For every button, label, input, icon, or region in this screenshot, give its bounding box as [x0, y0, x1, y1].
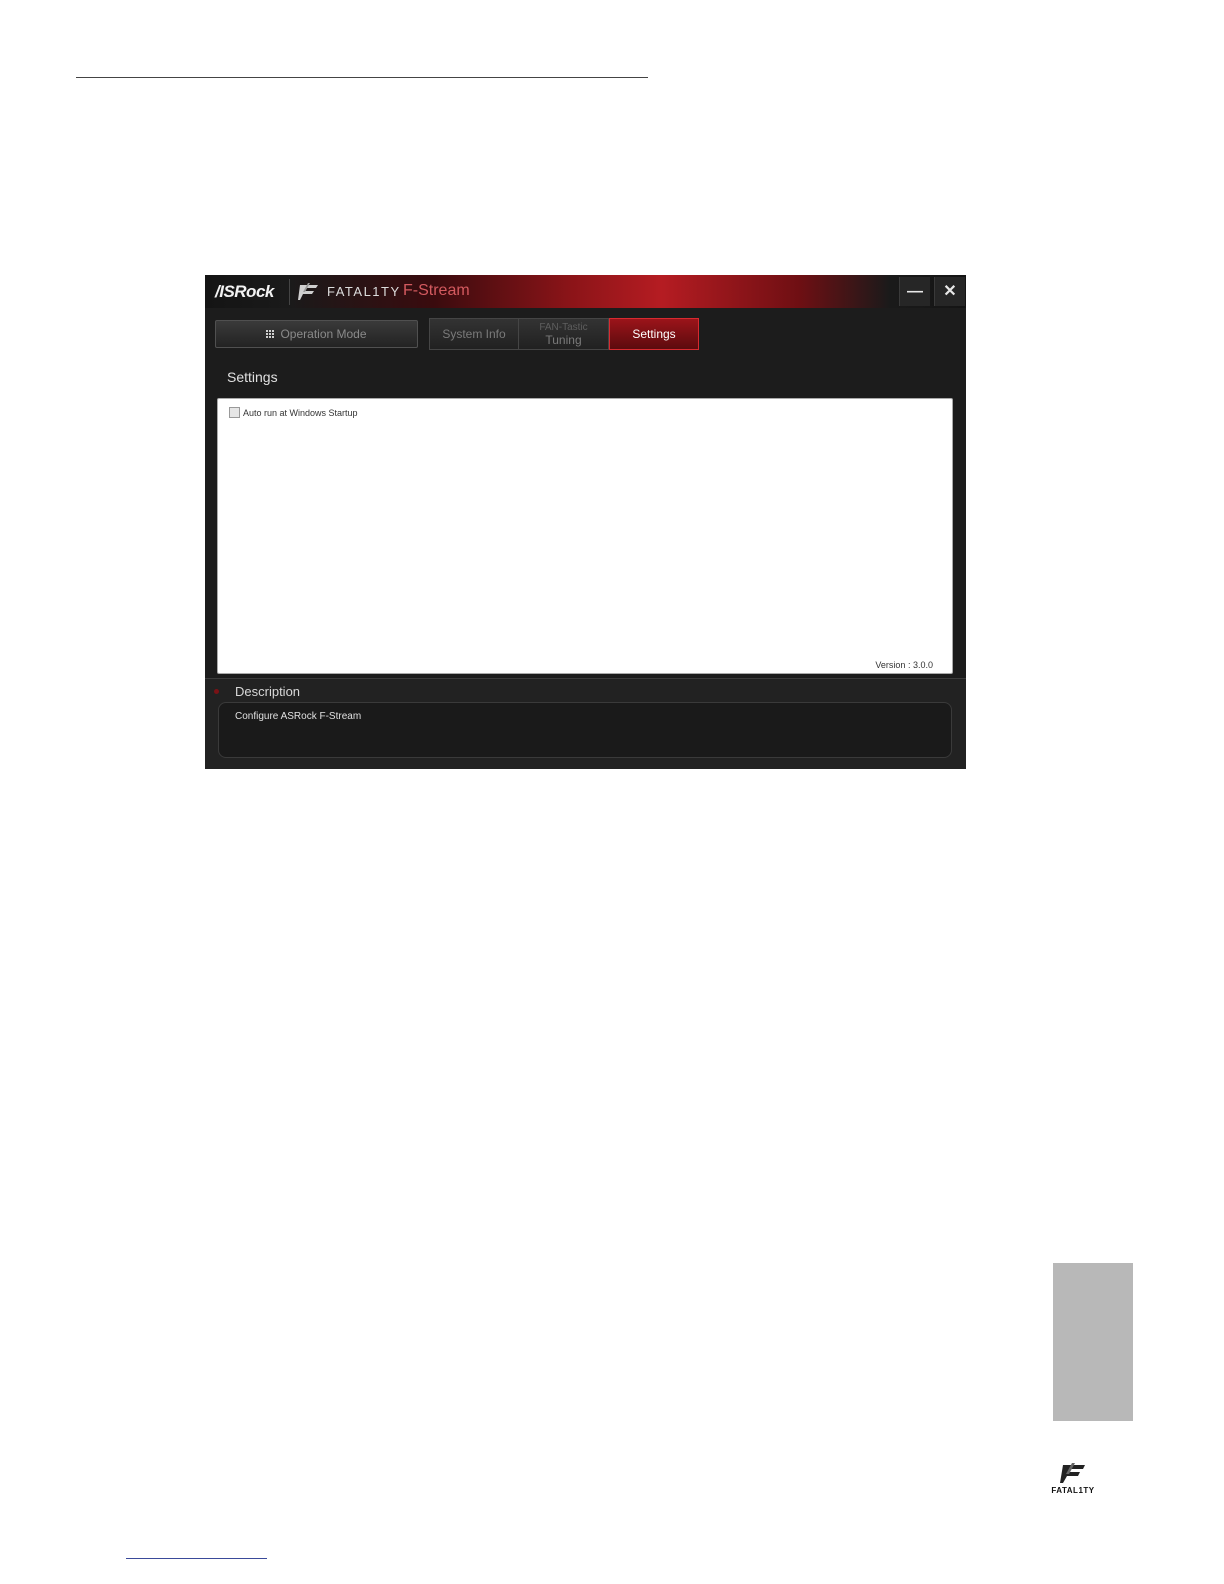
asrock-logo: /ISRock — [215, 282, 274, 301]
version-value: 3.0.0 — [912, 660, 933, 670]
description-text: Configure ASRock F-Stream — [235, 711, 362, 722]
tab-row: Operation Mode System Info FAN-Tastic Tu… — [205, 311, 966, 353]
bottom-link-rule — [126, 1558, 267, 1559]
tab-label-line1: FAN-Tastic — [539, 322, 588, 333]
title-divider — [289, 279, 290, 305]
auto-run-checkbox[interactable] — [229, 407, 240, 418]
version-info: Version : 3.0.0 — [875, 660, 933, 670]
auto-run-option[interactable]: Auto run at Windows Startup — [229, 407, 358, 418]
tab-label: System Info — [442, 327, 506, 341]
auto-run-label: Auto run at Windows Startup — [243, 408, 358, 418]
version-separator: : — [907, 660, 911, 670]
settings-panel: Auto run at Windows Startup Version : 3.… — [217, 398, 953, 674]
side-section-tab — [1053, 1263, 1133, 1421]
title-bar[interactable]: /ISRock FATAL1TY F-Stream — ✕ — [205, 275, 966, 308]
fatal1ty-icon — [297, 282, 321, 302]
fstream-window: /ISRock FATAL1TY F-Stream — ✕ Operation … — [205, 275, 966, 769]
top-rule — [76, 77, 648, 78]
grid-icon — [266, 330, 276, 339]
fatal1ty-wordmark: FATAL1TY — [327, 284, 401, 299]
description-title: Description — [235, 684, 301, 699]
description-bullet-icon — [214, 689, 219, 694]
description-section: Description Configure ASRock F-Stream — [205, 678, 966, 769]
tab-label-line2: Tuning — [545, 333, 582, 347]
fatal1ty-footer-logo: FATAL1TY — [1044, 1462, 1102, 1502]
operation-mode-label: Operation Mode — [280, 327, 367, 341]
fatal1ty-footer-word: FATAL1TY — [1051, 1486, 1095, 1495]
tab-fan-tastic-tuning[interactable]: FAN-Tastic Tuning — [518, 318, 609, 350]
app-title: F-Stream — [403, 282, 470, 299]
tab-system-info[interactable]: System Info — [429, 318, 519, 350]
operation-mode-button[interactable]: Operation Mode — [215, 320, 418, 348]
minimize-button[interactable]: — — [899, 277, 930, 306]
tab-label: Settings — [632, 327, 676, 341]
fatal1ty-logo-icon — [1060, 1463, 1085, 1483]
description-box: Configure ASRock F-Stream — [218, 702, 952, 758]
tab-settings[interactable]: Settings — [609, 318, 699, 350]
close-button[interactable]: ✕ — [934, 277, 965, 306]
version-label: Version — [875, 660, 906, 670]
section-title: Settings — [227, 369, 278, 385]
